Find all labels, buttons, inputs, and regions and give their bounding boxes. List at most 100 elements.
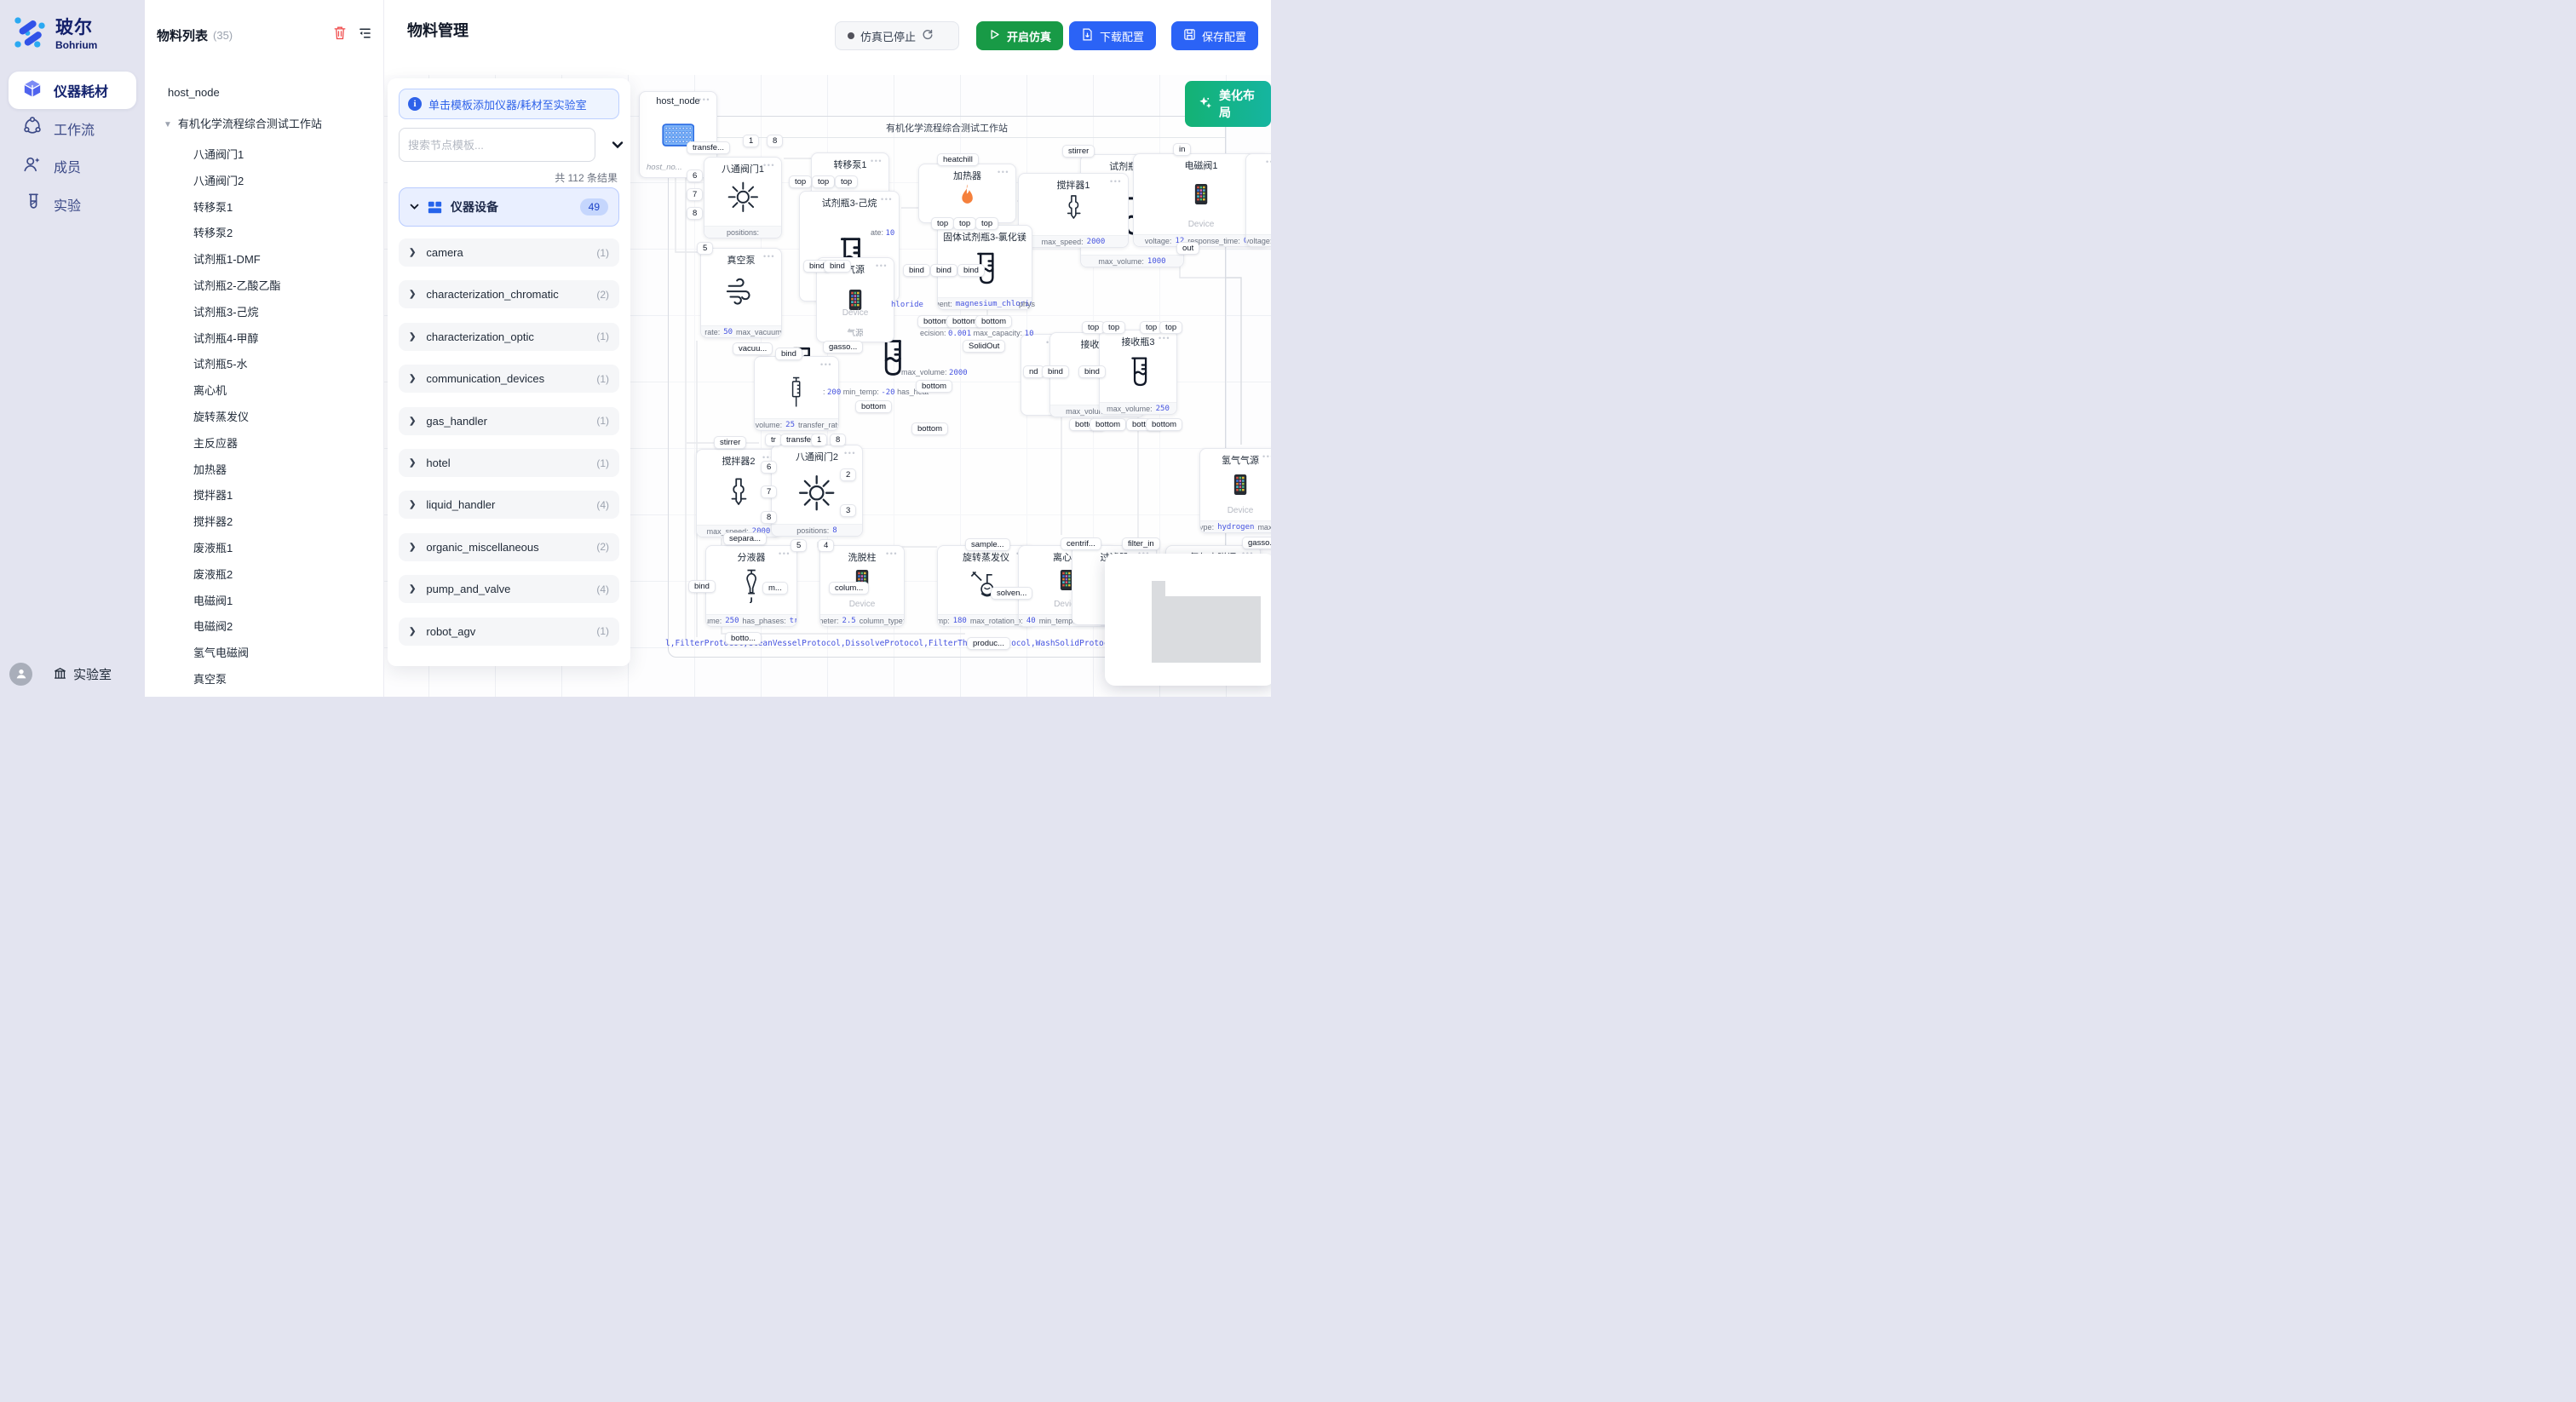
port-pill-6[interactable]: 6	[687, 170, 703, 182]
tree-item[interactable]: 试剂瓶3-己烷	[193, 303, 259, 319]
tree-item[interactable]: 八通阀门1	[193, 146, 244, 162]
template-category-communication_devices[interactable]: ❯communication_devices(1)	[399, 365, 619, 393]
port-pill-stirrer[interactable]: stirrer	[714, 436, 746, 449]
tree-item[interactable]: 离心机	[193, 382, 227, 398]
node-menu-icon[interactable]: •••	[1159, 334, 1170, 342]
template-category-gas_handler[interactable]: ❯gas_handler(1)	[399, 407, 619, 435]
node-menu-icon[interactable]: •••	[820, 360, 832, 369]
canvas-node[interactable]: •••voltage: 12	[1245, 153, 1271, 247]
port-pill-tr[interactable]: tr	[765, 434, 782, 446]
node-menu-icon[interactable]: •••	[779, 549, 791, 558]
node-menu-icon[interactable]: •••	[1110, 177, 1122, 186]
tree-item[interactable]: 试剂瓶1-DMF	[193, 250, 261, 267]
template-category-camera[interactable]: ❯camera(1)	[399, 238, 619, 267]
minimap[interactable]	[1105, 554, 1271, 686]
port-pill-top[interactable]: top	[789, 175, 812, 188]
template-category-hotel[interactable]: ❯hotel(1)	[399, 449, 619, 477]
tree-root[interactable]: host_node	[168, 86, 220, 99]
sidebar-item-experiment[interactable]: 实验	[9, 186, 136, 223]
canvas-node-接收瓶3[interactable]: 接收瓶3•••max_volume: 250	[1099, 330, 1177, 415]
tree-item[interactable]: 废液瓶2	[193, 566, 233, 582]
port-pill-bind[interactable]: bind	[930, 264, 957, 277]
tree-item[interactable]: 搅拌器1	[193, 486, 233, 503]
port-pill-nd[interactable]: nd	[1023, 365, 1044, 378]
tree-item[interactable]: 电磁阀2	[193, 618, 233, 634]
node-menu-icon[interactable]: •••	[763, 161, 775, 170]
start-simulation-button[interactable]: 开启仿真	[976, 21, 1063, 50]
simulation-status-pill[interactable]: 仿真已停止	[835, 21, 959, 50]
brand-logo[interactable]: 玻尔Bohrium	[12, 14, 97, 51]
sidebar-item-cube[interactable]: 仪器耗材	[9, 72, 136, 109]
port-pill-bottom[interactable]: bottom	[1090, 418, 1126, 431]
port-pill-solven[interactable]: solven...	[991, 587, 1032, 600]
node-menu-icon[interactable]: •••	[763, 252, 775, 261]
node-menu-icon[interactable]: •••	[1262, 452, 1271, 461]
tree-item[interactable]: 试剂瓶5-水	[193, 355, 248, 371]
port-pill-1[interactable]: 1	[811, 434, 827, 446]
port-pill-8[interactable]: 8	[761, 511, 777, 524]
port-pill-7[interactable]: 7	[761, 486, 777, 498]
tree-item[interactable]: 转移泵1	[193, 198, 233, 215]
tree-group[interactable]: ▼有机化学流程综合测试工作站	[164, 115, 322, 131]
node-menu-icon[interactable]: •••	[844, 449, 856, 457]
port-pill-8[interactable]: 8	[830, 434, 846, 446]
port-pill-top[interactable]: top	[812, 175, 835, 188]
save-config-button[interactable]: 保存配置	[1171, 21, 1258, 50]
canvas-node-八通阀门1[interactable]: 八通阀门1•••positions:	[704, 157, 782, 238]
port-pill-gasso[interactable]: gasso...	[1242, 537, 1271, 549]
port-pill-gasso[interactable]: gasso...	[823, 341, 863, 353]
node-menu-icon[interactable]: •••	[881, 195, 893, 204]
port-pill-bind[interactable]: bind	[824, 260, 851, 273]
canvas-node-加热器[interactable]: 加热器•••	[918, 164, 1016, 223]
port-pill-bind[interactable]: bind	[688, 580, 716, 593]
port-pill-4[interactable]: 4	[818, 539, 834, 552]
canvas-node-八通阀门2[interactable]: 八通阀门2•••positions: 8	[771, 445, 863, 537]
port-pill-separa[interactable]: separa...	[723, 532, 767, 545]
port-pill-centrif[interactable]: centrif...	[1061, 537, 1101, 550]
chevron-down-icon[interactable]: ▼	[164, 120, 172, 129]
port-pill-bind[interactable]: bind	[903, 264, 930, 277]
port-pill-3[interactable]: 3	[840, 504, 856, 517]
port-pill-6[interactable]: 6	[761, 461, 777, 474]
template-category-pump_and_valve[interactable]: ❯pump_and_valve(4)	[399, 575, 619, 603]
port-pill-botto[interactable]: botto...	[725, 632, 762, 645]
port-pill-top[interactable]: top	[953, 217, 976, 230]
node-menu-icon[interactable]: •••	[998, 168, 1009, 176]
node-menu-icon[interactable]: •••	[699, 95, 710, 104]
tree-item[interactable]: 转移泵2	[193, 224, 233, 240]
port-pill-produc[interactable]: produc...	[967, 637, 1010, 650]
collapse-chevron-icon[interactable]	[612, 138, 624, 153]
port-pill-8[interactable]: 8	[687, 207, 703, 220]
sidebar-item-workflow[interactable]: 工作流	[9, 110, 136, 147]
port-pill-SolidOut[interactable]: SolidOut	[963, 340, 1005, 353]
avatar[interactable]	[9, 663, 32, 686]
port-pill-stirrer[interactable]: stirrer	[1062, 145, 1095, 158]
lab-switcher[interactable]: 实验室	[53, 665, 112, 683]
port-pill-7[interactable]: 7	[687, 188, 703, 201]
template-category-liquid_handler[interactable]: ❯liquid_handler(4)	[399, 491, 619, 519]
port-pill-bind[interactable]: bind	[957, 264, 985, 277]
tree-item[interactable]: 废液瓶1	[193, 539, 233, 555]
port-pill-top[interactable]: top	[975, 217, 998, 230]
port-pill-top[interactable]: top	[1159, 321, 1182, 334]
port-pill-bottom[interactable]: bottom	[975, 315, 1012, 328]
port-pill-top[interactable]: top	[931, 217, 954, 230]
template-category-organic_miscellaneous[interactable]: ❯organic_miscellaneous(2)	[399, 533, 619, 561]
search-input[interactable]	[399, 128, 595, 162]
port-pill-top[interactable]: top	[835, 175, 858, 188]
tree-item[interactable]: 氢气电磁阀	[193, 644, 249, 660]
refresh-icon[interactable]	[922, 29, 934, 43]
node-menu-icon[interactable]: •••	[1014, 229, 1026, 238]
port-pill-transfe[interactable]: transfe...	[687, 141, 730, 154]
page-scrollbar-gutter[interactable]	[1271, 0, 1288, 701]
port-pill-bottom[interactable]: bottom	[911, 422, 948, 435]
template-category-robot_agv[interactable]: ❯robot_agv(1)	[399, 618, 619, 646]
port-pill-top[interactable]: top	[1102, 321, 1125, 334]
port-pill-filterin[interactable]: filter_in	[1122, 537, 1160, 550]
tree-item[interactable]: 八通阀门2	[193, 172, 244, 188]
port-pill-8[interactable]: 8	[767, 135, 783, 147]
tree-item[interactable]: 试剂瓶2-乙酸乙酯	[193, 277, 281, 293]
tree-item[interactable]: 搅拌器2	[193, 513, 233, 529]
port-pill-vacuu[interactable]: vacuu...	[733, 342, 773, 355]
port-pill-out[interactable]: out	[1176, 242, 1199, 255]
